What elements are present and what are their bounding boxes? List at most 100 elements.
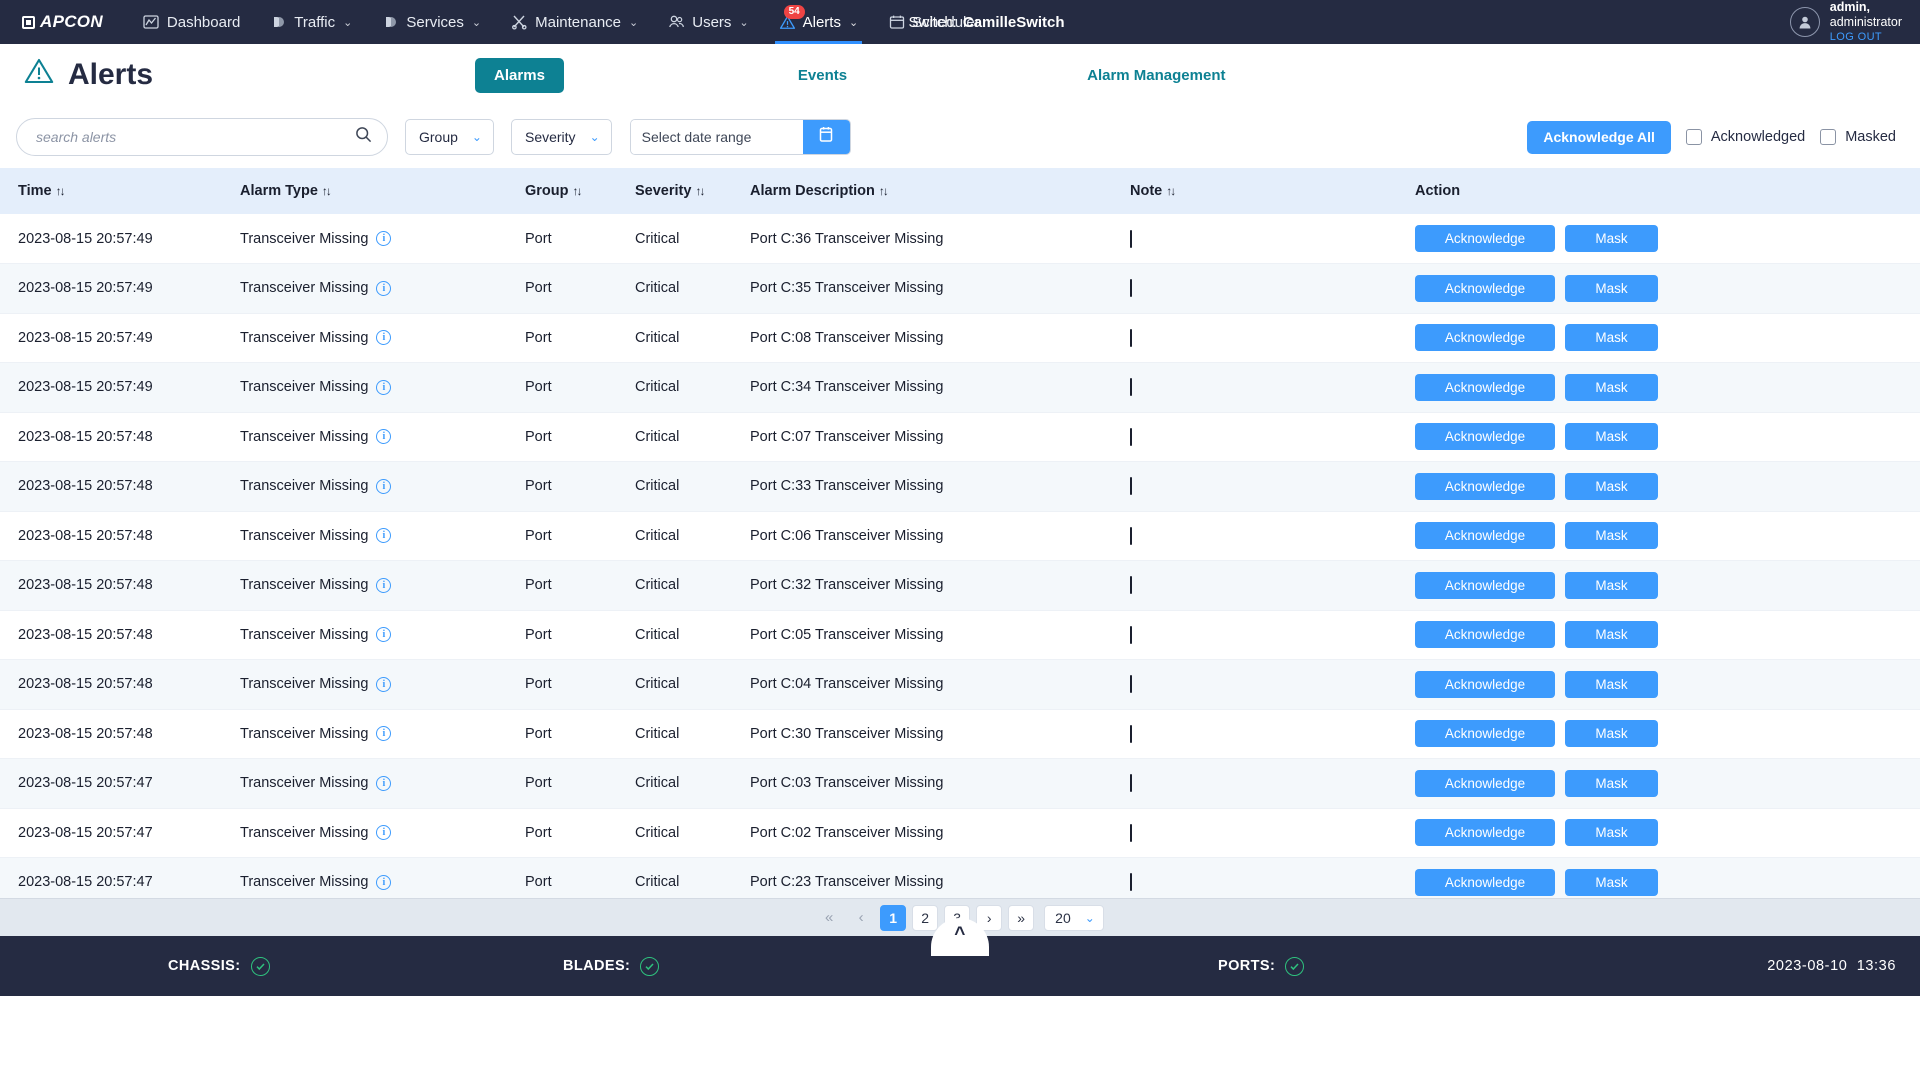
mask-button[interactable]: Mask: [1565, 720, 1658, 747]
acknowledge-button[interactable]: Acknowledge: [1415, 720, 1555, 747]
note-icon[interactable]: [1130, 230, 1132, 248]
column-header-alarm-type[interactable]: Alarm Type↑↓: [240, 168, 525, 214]
acknowledge-button[interactable]: Acknowledge: [1415, 621, 1555, 648]
pagination-prev[interactable]: ‹: [848, 905, 874, 931]
search-icon[interactable]: [355, 126, 372, 148]
date-range-input[interactable]: [631, 120, 803, 154]
mask-button[interactable]: Mask: [1565, 225, 1658, 252]
note-icon[interactable]: [1130, 477, 1132, 495]
note-icon[interactable]: [1130, 329, 1132, 347]
info-icon[interactable]: i: [376, 825, 391, 840]
pagination-first[interactable]: «: [816, 905, 842, 931]
info-icon[interactable]: i: [376, 429, 391, 444]
acknowledge-button[interactable]: Acknowledge: [1415, 671, 1555, 698]
nav-item-users[interactable]: Users ⌄: [654, 0, 762, 44]
note-icon[interactable]: [1130, 675, 1132, 693]
search-box[interactable]: [16, 118, 388, 156]
info-icon[interactable]: i: [376, 776, 391, 791]
mask-button[interactable]: Mask: [1565, 572, 1658, 599]
acknowledge-button[interactable]: Acknowledge: [1415, 473, 1555, 500]
mask-button[interactable]: Mask: [1565, 770, 1658, 797]
acknowledge-button[interactable]: Acknowledge: [1415, 225, 1555, 252]
tab-alarms[interactable]: Alarms: [475, 58, 564, 93]
date-range-picker[interactable]: [630, 119, 851, 155]
info-icon[interactable]: i: [376, 578, 391, 593]
acknowledge-button[interactable]: Acknowledge: [1415, 819, 1555, 846]
mask-button[interactable]: Mask: [1565, 869, 1658, 896]
info-icon[interactable]: i: [376, 330, 391, 345]
column-header-time[interactable]: Time↑↓: [0, 168, 240, 214]
note-icon[interactable]: [1130, 428, 1132, 446]
masked-checkbox[interactable]: [1820, 129, 1836, 145]
column-header-note[interactable]: Note↑↓: [1130, 168, 1415, 214]
note-icon[interactable]: [1130, 279, 1132, 297]
acknowledge-button[interactable]: Acknowledge: [1415, 522, 1555, 549]
tab-events[interactable]: Events: [779, 58, 866, 93]
note-icon[interactable]: [1130, 576, 1132, 594]
acknowledge-button[interactable]: Acknowledge: [1415, 324, 1555, 351]
info-icon[interactable]: i: [376, 726, 391, 741]
mask-button[interactable]: Mask: [1565, 819, 1658, 846]
acknowledge-button[interactable]: Acknowledge: [1415, 572, 1555, 599]
calendar-button[interactable]: [803, 120, 850, 154]
column-header-alarm-description[interactable]: Alarm Description↑↓: [750, 168, 1130, 214]
nav-item-alerts[interactable]: 54 Alerts ⌄: [765, 0, 873, 44]
sort-icon[interactable]: ↑↓: [1166, 184, 1174, 198]
nav-item-maintenance[interactable]: Maintenance ⌄: [497, 0, 652, 44]
info-icon[interactable]: i: [376, 677, 391, 692]
acknowledge-button[interactable]: Acknowledge: [1415, 423, 1555, 450]
note-icon[interactable]: [1130, 725, 1132, 743]
nav-item-services[interactable]: Services ⌄: [368, 0, 495, 44]
note-icon[interactable]: [1130, 824, 1132, 842]
user-menu[interactable]: admin, administrator LOG OUT: [1790, 0, 1902, 44]
mask-button[interactable]: Mask: [1565, 522, 1658, 549]
pagination-last[interactable]: »: [1008, 905, 1034, 931]
tab-alarm-management[interactable]: Alarm Management: [1068, 58, 1244, 93]
note-icon[interactable]: [1130, 873, 1132, 891]
sort-icon[interactable]: ↑↓: [879, 184, 887, 198]
sort-icon[interactable]: ↑↓: [573, 184, 581, 198]
info-icon[interactable]: i: [376, 627, 391, 642]
acknowledge-button[interactable]: Acknowledge: [1415, 869, 1555, 896]
info-icon[interactable]: i: [376, 875, 391, 890]
mask-button[interactable]: Mask: [1565, 671, 1658, 698]
info-icon[interactable]: i: [376, 380, 391, 395]
info-icon[interactable]: i: [376, 281, 391, 296]
sort-icon[interactable]: ↑↓: [695, 184, 703, 198]
cell-severity: Critical: [635, 561, 750, 611]
sort-icon[interactable]: ↑↓: [322, 184, 330, 198]
apcon-logo[interactable]: APCON: [22, 12, 103, 32]
note-icon[interactable]: [1130, 774, 1132, 792]
acknowledge-button[interactable]: Acknowledge: [1415, 374, 1555, 401]
nav-item-traffic[interactable]: Traffic ⌄: [256, 0, 366, 44]
masked-checkbox-item[interactable]: Masked: [1820, 129, 1896, 145]
info-icon[interactable]: i: [376, 479, 391, 494]
mask-button[interactable]: Mask: [1565, 423, 1658, 450]
info-icon[interactable]: i: [376, 231, 391, 246]
search-input[interactable]: [36, 129, 355, 145]
logout-link[interactable]: LOG OUT: [1830, 31, 1902, 44]
severity-filter-select[interactable]: Severity ⌄: [511, 119, 612, 155]
mask-button[interactable]: Mask: [1565, 324, 1658, 351]
note-icon[interactable]: [1130, 527, 1132, 545]
mask-button[interactable]: Mask: [1565, 374, 1658, 401]
acknowledge-button[interactable]: Acknowledge: [1415, 275, 1555, 302]
group-filter-select[interactable]: Group ⌄: [405, 119, 494, 155]
mask-button[interactable]: Mask: [1565, 473, 1658, 500]
acknowledged-checkbox-item[interactable]: Acknowledged: [1686, 129, 1805, 145]
note-icon[interactable]: [1130, 626, 1132, 644]
column-header-severity[interactable]: Severity↑↓: [635, 168, 750, 214]
acknowledge-all-button[interactable]: Acknowledge All: [1527, 121, 1671, 154]
pagination-page-1[interactable]: 1: [880, 905, 906, 931]
info-icon[interactable]: i: [376, 528, 391, 543]
mask-button[interactable]: Mask: [1565, 275, 1658, 302]
column-header-group[interactable]: Group↑↓: [525, 168, 635, 214]
nav-item-dashboard[interactable]: Dashboard: [129, 0, 254, 44]
mask-button[interactable]: Mask: [1565, 621, 1658, 648]
note-icon[interactable]: [1130, 378, 1132, 396]
acknowledged-checkbox[interactable]: [1686, 129, 1702, 145]
acknowledge-button[interactable]: Acknowledge: [1415, 770, 1555, 797]
pagination-page-2[interactable]: 2: [912, 905, 938, 931]
sort-icon[interactable]: ↑↓: [56, 184, 64, 198]
page-size-select[interactable]: 20 ⌄: [1044, 905, 1104, 931]
